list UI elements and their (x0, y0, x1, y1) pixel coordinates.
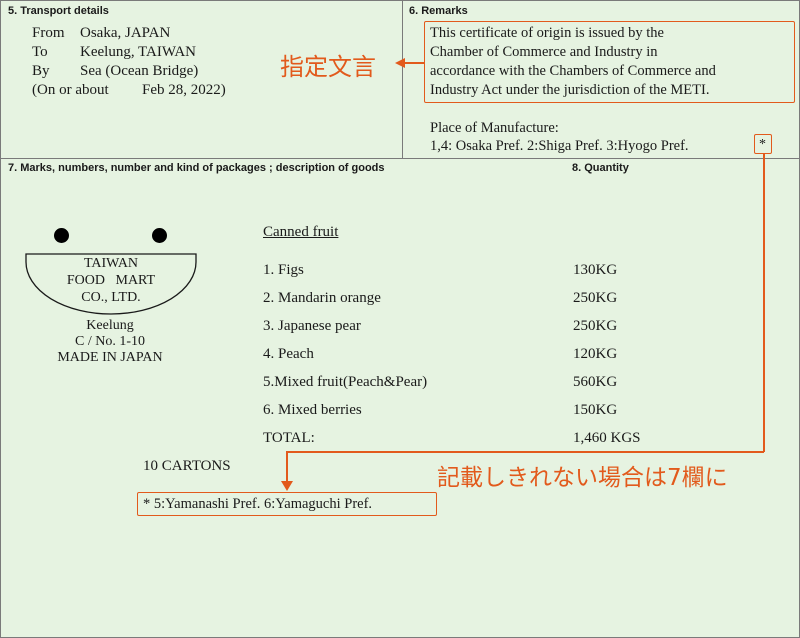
item-name: 2. Mandarin orange (263, 290, 381, 306)
statement-line: This certificate of origin is issued by … (430, 25, 664, 41)
connector-horizontal (286, 451, 764, 453)
goods-cell (0, 158, 800, 638)
statement-line: Chamber of Commerce and Industry in (430, 44, 658, 60)
cartons-count: 10 CARTONS (143, 458, 231, 474)
footnote-text: * 5:Yamanashi Pref. 6:Yamaguchi Pref. (143, 496, 373, 512)
mark-below-line: C / No. 1-10 (75, 334, 145, 349)
transport-header: 5. Transport details (8, 5, 109, 17)
place-value: 1,4: Osaka Pref. 2:Shiga Pref. 3:Hyogo P… (430, 138, 689, 154)
item-qty: 120KG (573, 346, 618, 362)
connector-vertical-left (286, 451, 288, 481)
place-label: Place of Manufacture: (430, 120, 559, 136)
item-qty: 130KG (573, 262, 618, 278)
annotation-overflow: 記載しきれない場合は7欄に (437, 465, 728, 491)
item-qty: 560KG (573, 374, 618, 390)
goods-title: Canned fruit (263, 224, 339, 240)
item-qty: 150KG (573, 402, 618, 418)
mark-below-line: Keelung (86, 318, 134, 333)
from-label: From (32, 25, 65, 41)
to-label: To (32, 44, 48, 60)
mark-below-line: MADE IN JAPAN (57, 350, 163, 365)
connector-vertical-right (763, 154, 765, 452)
total-label: TOTAL: (263, 430, 315, 446)
quantity-header: 8. Quantity (572, 162, 629, 174)
mark-right-dot (152, 228, 167, 243)
to-value: Keelung, TAIWAN (80, 44, 196, 60)
mark-line: FOOD MART (66, 273, 156, 288)
statement-line: accordance with the Chambers of Commerce… (430, 63, 716, 79)
total-value: 1,460 KGS (573, 430, 641, 446)
item-name: 6. Mixed berries (263, 402, 362, 418)
by-label: By (32, 63, 50, 79)
mark-line: CO., LTD. (81, 290, 141, 305)
item-name: 5.Mixed fruit(Peach&Pear) (263, 374, 428, 390)
connector-arrow-head (281, 481, 293, 491)
item-name: 4. Peach (263, 346, 314, 362)
item-name: 1. Figs (263, 262, 304, 278)
remarks-header: 6. Remarks (409, 5, 468, 17)
item-qty: 250KG (573, 290, 618, 306)
designated-arrow-head (395, 58, 405, 68)
statement-line: Industry Act under the jurisdiction of t… (430, 82, 710, 98)
date-value: Feb 28, 2022) (142, 82, 226, 98)
item-name: 3. Japanese pear (263, 318, 361, 334)
from-value: Osaka, JAPAN (80, 25, 171, 41)
item-qty: 250KG (573, 318, 618, 334)
by-value: Sea (Ocean Bridge) (80, 63, 199, 79)
mark-left-dot (54, 228, 69, 243)
annotation-designated: 指定文言 (280, 53, 376, 81)
mark-line: TAIWAN (83, 256, 139, 271)
goods-header: 7. Marks, numbers, number and kind of pa… (8, 162, 385, 174)
designated-arrow-line (404, 62, 424, 64)
date-prefix: (On or about (32, 82, 109, 98)
asterisk-mark: * (759, 137, 766, 152)
